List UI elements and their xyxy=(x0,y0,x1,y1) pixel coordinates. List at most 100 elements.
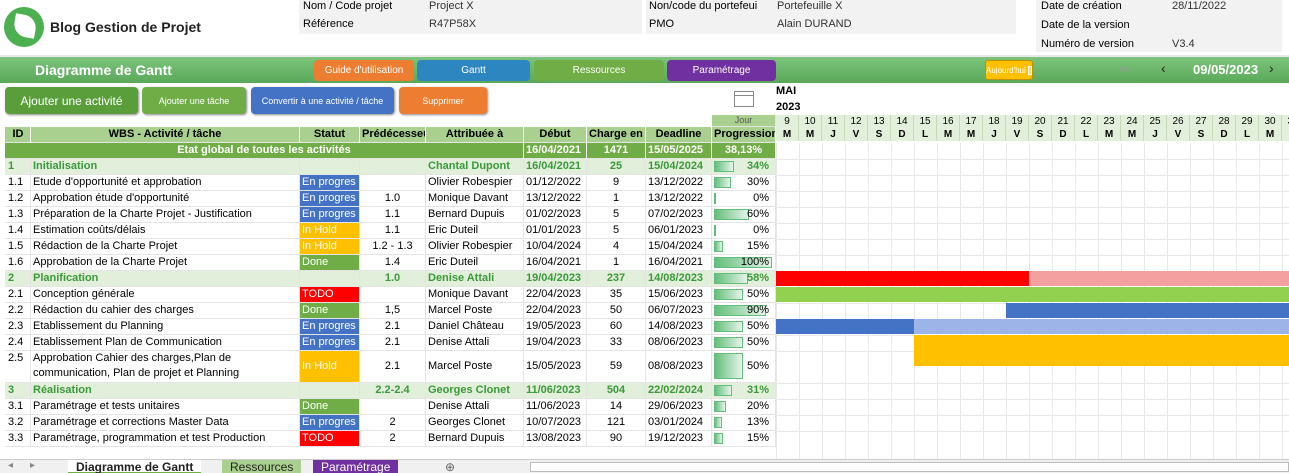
cell-id[interactable]: 1.5 xyxy=(5,239,31,255)
cell-charge[interactable]: 5 xyxy=(587,207,646,223)
cell-progression[interactable]: 15% xyxy=(712,239,776,255)
cell-progression[interactable]: 30% xyxy=(712,175,776,191)
cell-wbs[interactable]: Paramétrage et corrections Master Data xyxy=(31,415,300,431)
table-row[interactable]: 2.3 Etablissement du Planning En progres 2.… xyxy=(5,319,776,335)
forward-icon[interactable]: › xyxy=(1269,60,1274,76)
cell-progression[interactable]: 50% xyxy=(712,287,776,303)
cell-debut[interactable]: 10/07/2023 xyxy=(524,415,587,431)
tab-ressources[interactable]: Ressources xyxy=(222,460,302,473)
cell-wbs[interactable]: Approbation de la Charte Projet xyxy=(31,255,300,271)
cell-attr[interactable]: Denise Attali xyxy=(426,399,524,415)
cell-attr[interactable]: Marcel Poste xyxy=(426,351,524,383)
cell-debut[interactable]: 16/04/2021 xyxy=(524,255,587,271)
cell-wbs[interactable]: Initialisation xyxy=(31,159,300,175)
cell-progression[interactable]: 50% xyxy=(712,351,776,383)
cell-attr[interactable]: Daniel Château xyxy=(426,319,524,335)
cell-id[interactable]: 2.5 xyxy=(5,351,31,383)
fast-back-icon[interactable]: «‹ xyxy=(1118,60,1130,76)
tab-scroll-right-icon[interactable]: ▸ xyxy=(30,460,35,471)
gantt-bar[interactable] xyxy=(776,271,1029,286)
table-row[interactable]: 3.3 Paramétrage, programmation et test Pr… xyxy=(5,431,776,447)
cell-progression[interactable]: 58% xyxy=(712,271,776,287)
cell-progression[interactable]: 34% xyxy=(712,159,776,175)
cell-pred[interactable]: 1,5 xyxy=(360,303,426,319)
cell-charge[interactable]: 1 xyxy=(587,255,646,271)
cell-id[interactable]: 3.2 xyxy=(5,415,31,431)
cell-progression[interactable]: 13% xyxy=(712,415,776,431)
cell-pred[interactable]: 2 xyxy=(360,415,426,431)
cell-wbs[interactable]: Planification xyxy=(31,271,300,287)
cell-progression[interactable]: 50% xyxy=(712,335,776,351)
cell-id[interactable]: 1.6 xyxy=(5,255,31,271)
cell-charge[interactable]: 50 xyxy=(587,303,646,319)
table-row[interactable]: 1.1 Etude d'opportunité et approbation En … xyxy=(5,175,776,191)
tab-scroll-left-icon[interactable]: ◂ xyxy=(8,460,13,471)
cell-statut[interactable]: In Hold xyxy=(300,351,360,383)
cell-pred[interactable]: 2.1 xyxy=(360,319,426,335)
cell-debut[interactable]: 22/04/2023 xyxy=(524,287,587,303)
horizontal-scrollbar[interactable] xyxy=(530,462,1289,472)
cell-statut[interactable] xyxy=(300,159,360,175)
cell-debut[interactable]: 15/05/2023 xyxy=(524,351,587,383)
cell-debut[interactable]: 01/02/2023 xyxy=(524,207,587,223)
cell-pred[interactable]: 1.4 xyxy=(360,255,426,271)
today-button[interactable]: Aujourd'hui xyxy=(985,60,1033,80)
cell-attr[interactable]: Bernard Dupuis xyxy=(426,431,524,447)
cell-deadline[interactable]: 08/06/2023 xyxy=(646,335,712,351)
cell-wbs[interactable]: Approbation Cahier des charges,Plan de c… xyxy=(31,351,300,383)
cell-charge[interactable]: 9 xyxy=(587,175,646,191)
cell-attr[interactable]: Eric Duteil xyxy=(426,223,524,239)
cell-pred[interactable] xyxy=(360,399,426,415)
version-num-value[interactable]: V3.4 xyxy=(1172,38,1195,50)
cell-charge[interactable]: 33 xyxy=(587,335,646,351)
cell-id[interactable]: 2 xyxy=(5,271,31,287)
cell-progression[interactable]: 100% xyxy=(712,255,776,271)
cell-id[interactable]: 3.3 xyxy=(5,431,31,447)
cell-progression[interactable]: 0% xyxy=(712,191,776,207)
table-row[interactable]: 2.1 Conception générale TODO Monique Davant… xyxy=(5,287,776,303)
cell-progression[interactable]: 60% xyxy=(712,207,776,223)
delete-button[interactable]: Supprimer xyxy=(399,87,487,114)
cell-deadline[interactable]: 22/02/2024 xyxy=(646,383,712,399)
cell-wbs[interactable]: Paramétrage et tests unitaires xyxy=(31,399,300,415)
cell-debut[interactable]: 19/04/2023 xyxy=(524,335,587,351)
cell-id[interactable]: 2.4 xyxy=(5,335,31,351)
cell-progression[interactable]: 0% xyxy=(712,223,776,239)
cell-debut[interactable]: 11/06/2023 xyxy=(524,383,587,399)
cell-wbs[interactable]: Etablissement Plan de Communication xyxy=(31,335,300,351)
cell-deadline[interactable]: 08/08/2023 xyxy=(646,351,712,383)
cell-debut[interactable]: 16/04/2021 xyxy=(524,159,587,175)
gantt-bar[interactable] xyxy=(914,319,1289,334)
cell-attr[interactable]: Monique Davant xyxy=(426,191,524,207)
cell-wbs[interactable]: Paramétrage, programmation et test Produ… xyxy=(31,431,300,447)
cell-statut[interactable] xyxy=(300,271,360,287)
tab-parametrage[interactable]: Paramétrage xyxy=(313,460,399,473)
gantt-bar[interactable] xyxy=(776,319,914,334)
cell-charge[interactable]: 25 xyxy=(587,159,646,175)
cell-charge[interactable]: 59 xyxy=(587,351,646,383)
cell-id[interactable]: 1.3 xyxy=(5,207,31,223)
nom-value[interactable]: Project X xyxy=(429,0,474,12)
cell-attr[interactable]: Olivier Robespier xyxy=(426,239,524,255)
cell-progression[interactable]: 90% xyxy=(712,303,776,319)
add-activity-button[interactable]: Ajouter une activité xyxy=(5,87,138,114)
cell-id[interactable]: 3.1 xyxy=(5,399,31,415)
cell-progression[interactable]: 15% xyxy=(712,431,776,447)
ref-value[interactable]: R47P58X xyxy=(429,18,476,30)
phase-row[interactable]: 2 Planification 1.0 Denise Attali 19/04/2023… xyxy=(5,271,776,287)
cell-progression[interactable]: 31% xyxy=(712,383,776,399)
cell-deadline[interactable]: 06/01/2023 xyxy=(646,223,712,239)
cell-statut[interactable]: In Hold xyxy=(300,239,360,255)
cell-id[interactable]: 1 xyxy=(5,159,31,175)
cell-pred[interactable] xyxy=(360,175,426,191)
cell-pred[interactable]: 1.0 xyxy=(360,271,426,287)
cell-charge[interactable]: 5 xyxy=(587,223,646,239)
cell-pred[interactable]: 1.0 xyxy=(360,191,426,207)
cell-pred[interactable] xyxy=(360,159,426,175)
cell-deadline[interactable]: 15/04/2024 xyxy=(646,239,712,255)
ressources-button[interactable]: Ressources xyxy=(534,60,664,81)
cell-debut[interactable]: 10/04/2024 xyxy=(524,239,587,255)
cell-id[interactable]: 2.1 xyxy=(5,287,31,303)
cell-deadline[interactable]: 03/01/2024 xyxy=(646,415,712,431)
table-row[interactable]: 1.6 Approbation de la Charte Projet Done 1.… xyxy=(5,255,776,271)
